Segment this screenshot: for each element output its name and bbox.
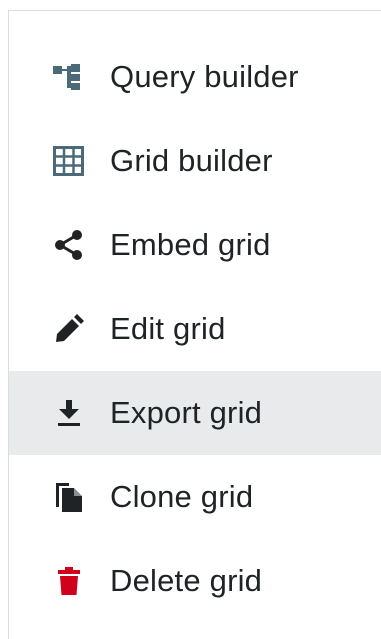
menu-item-embed-grid[interactable]: Embed grid xyxy=(9,203,381,287)
share-icon xyxy=(53,229,85,261)
query-builder-icon xyxy=(53,61,85,93)
menu-item-edit-grid[interactable]: Edit grid xyxy=(9,287,381,371)
menu-item-query-builder[interactable]: Query builder xyxy=(9,35,381,119)
menu-item-clone-grid[interactable]: Clone grid xyxy=(9,455,381,539)
context-menu: Query builder Grid builder Embed grid Ed… xyxy=(8,10,381,639)
menu-item-export-grid[interactable]: Export grid xyxy=(9,371,381,455)
menu-item-label: Query builder xyxy=(110,59,299,94)
menu-item-label: Export grid xyxy=(110,395,263,430)
menu-item-label: Edit grid xyxy=(110,311,226,346)
download-icon xyxy=(53,397,85,429)
trash-icon xyxy=(53,565,85,597)
menu-item-label: Embed grid xyxy=(110,227,271,262)
menu-item-label: Clone grid xyxy=(110,479,254,514)
menu-item-label: Delete grid xyxy=(110,563,263,598)
menu-item-label: Grid builder xyxy=(110,143,273,178)
grid-icon xyxy=(53,145,85,177)
menu-item-grid-builder[interactable]: Grid builder xyxy=(9,119,381,203)
menu-item-delete-grid[interactable]: Delete grid xyxy=(9,539,381,623)
pencil-icon xyxy=(53,313,85,345)
copy-icon xyxy=(53,481,85,513)
